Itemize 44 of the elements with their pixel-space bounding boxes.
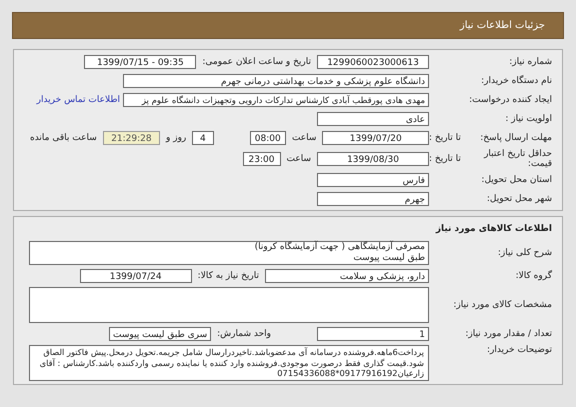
city-field: جهرم — [317, 192, 429, 206]
field-label: استان محل تحویل: — [480, 175, 552, 185]
unit-field: سری طبق لیست پیوست — [109, 327, 212, 341]
field-label: گروه کالا: — [514, 271, 552, 281]
buyer-notes-field: پرداخت6ماهه.فروشنده درسامانه آی مدعضوباشد.تاخیردرارسال شامل جریمه.تحویل درمحل.پیش فاکتور الصاق شود.قیمت گذاری فقط درصورت موجودی.فروشنده وارد کننده یا نماینده رسمی واردکننده باشد.کارشناس : آقای زارعیان09177916192*07154336088 — [29, 345, 429, 380]
field-label: شماره نیاز: — [508, 57, 552, 67]
field-label: نام دستگاه خریدار: — [480, 76, 552, 86]
need-date-field: 1399/07/24 — [80, 269, 192, 283]
buyer-contact-link[interactable]: اطلاعات تماس خریدار — [36, 95, 120, 105]
need-number-field: 1299060023000613 — [317, 55, 429, 69]
deadline-date-field: 1399/07/20 — [322, 131, 429, 145]
announce-date-field: 1399/07/15 - 09:35 — [84, 55, 196, 69]
requester-field: مهدی هادی پورقطب آبادی کارشناس تدارکات دارویی وتجهیزات دانشگاه علوم پز — [123, 93, 429, 107]
field-label: ساعت — [286, 154, 311, 164]
province-field: فارس — [317, 173, 429, 187]
field-label: توضیحات خریدار: — [486, 345, 552, 355]
field-label: تاریخ و ساعت اعلان عمومی: — [202, 57, 311, 67]
buyer-name-field: دانشگاه علوم پزشکی و خدمات بهداشتی درمانی جهرم — [123, 74, 429, 88]
field-label: تا تاریخ : — [429, 154, 461, 164]
field-label: روز و — [166, 133, 186, 143]
section-heading: اطلاعات کالاهای مورد نیاز — [434, 224, 552, 234]
deadline-time-field: 08:00 — [250, 131, 286, 145]
description-field: مصرفی آزمایشگاهی ( جهت آزمایشگاه کرونا) طبق لیست پیوست — [29, 241, 429, 265]
field-label: مشخصات کالای مورد نیاز: — [452, 300, 552, 310]
field-label: تاریخ نیاز به کالا: — [198, 271, 259, 281]
priority-field: عادی — [317, 112, 429, 126]
days-remaining-field: 4 — [192, 131, 214, 145]
countdown-field: 21:29:28 — [102, 131, 160, 145]
field-label: ساعت باقی مانده — [30, 133, 97, 143]
goods-group-field: دارو، پزشکی و سلامت — [265, 269, 429, 283]
header-title: جزئیات اطلاعات نیاز — [460, 20, 545, 31]
field-label: واحد شمارش: — [217, 329, 271, 339]
field-label: اولویت نیاز : — [504, 114, 552, 124]
field-label: تا تاریخ : — [429, 133, 461, 143]
quantity-field: 1 — [317, 327, 429, 341]
field-label: شرح کلی نیاز: — [496, 248, 552, 258]
field-label: تعداد / مقدار مورد نیاز: — [464, 329, 552, 339]
validity-date-field: 1399/08/30 — [317, 152, 429, 166]
field-label: شهر محل تحویل: — [486, 194, 552, 204]
field-label: حداقل تاریخ اعتبار قیمت: — [482, 149, 552, 169]
field-label: مهلت ارسال پاسخ: — [480, 133, 552, 143]
validity-time-field: 23:00 — [242, 152, 280, 166]
field-label: ساعت — [292, 133, 316, 143]
field-label: ایجاد کننده درخواست: — [468, 95, 552, 105]
